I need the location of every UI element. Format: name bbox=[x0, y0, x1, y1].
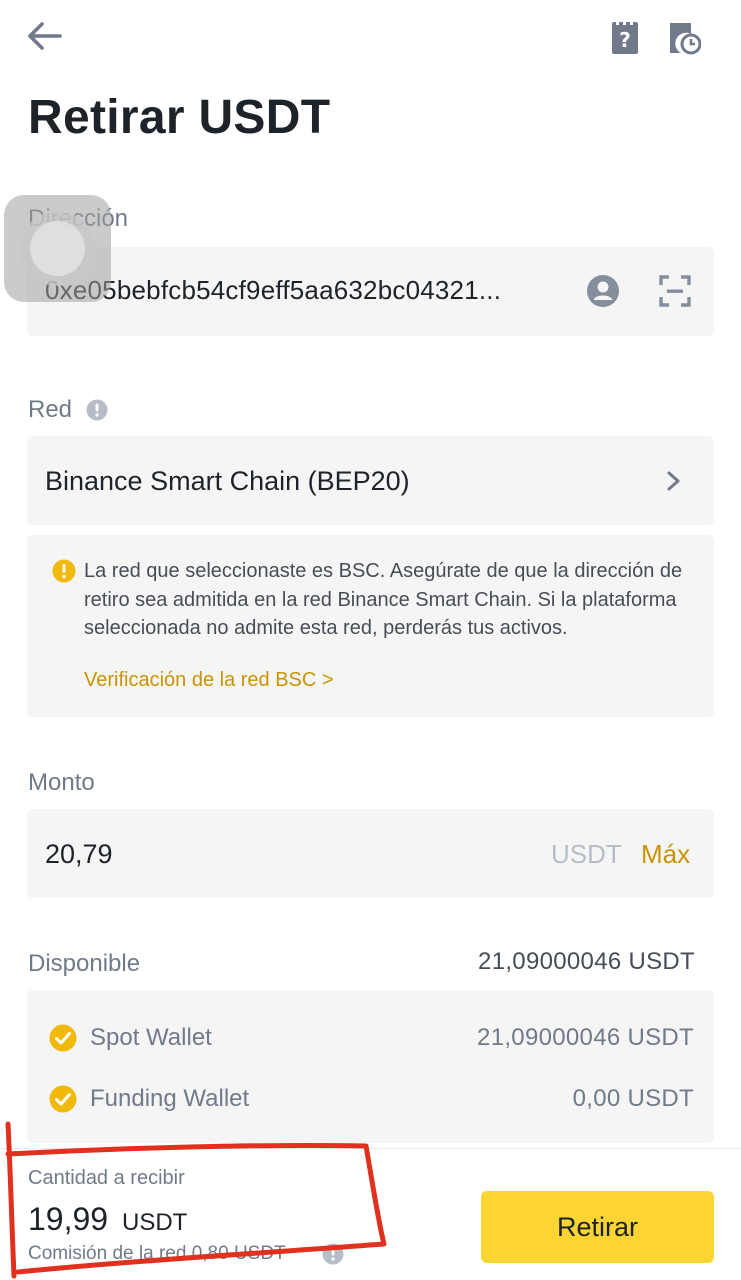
qr-scan-icon bbox=[659, 275, 691, 307]
wallet-row-funding[interactable]: Funding Wallet 0,00 USDT bbox=[27, 1081, 714, 1121]
amount-unit: USDT bbox=[551, 839, 622, 869]
network-label: Red bbox=[28, 396, 73, 423]
network-selector[interactable]: Binance Smart Chain (BEP20) bbox=[27, 436, 714, 525]
info-icon[interactable] bbox=[322, 1243, 344, 1265]
bsc-verification-link[interactable]: Verificación de la red BSC > bbox=[84, 669, 334, 692]
available-value: 21,09000046 USDT bbox=[478, 948, 695, 975]
info-icon[interactable] bbox=[86, 399, 108, 421]
faq-button[interactable]: ? bbox=[606, 18, 646, 58]
arrow-left-icon bbox=[28, 22, 62, 50]
network-label-row: Red bbox=[28, 396, 108, 424]
scan-button[interactable] bbox=[655, 271, 695, 311]
wallet-amount: 21,09000046 USDT bbox=[477, 1024, 694, 1051]
touch-indicator bbox=[4, 195, 111, 302]
warning-text: La red que seleccionaste es BSC. Asegúra… bbox=[84, 560, 683, 639]
page-title: Retirar USDT bbox=[28, 91, 331, 144]
max-button[interactable]: Máx bbox=[641, 839, 690, 870]
wallet-amount: 0,00 USDT bbox=[572, 1085, 694, 1112]
network-value: Binance Smart Chain (BEP20) bbox=[45, 466, 410, 496]
check-circle-icon bbox=[49, 1024, 77, 1052]
history-button[interactable] bbox=[664, 18, 704, 58]
back-button[interactable] bbox=[22, 16, 66, 56]
available-label: Disponible bbox=[28, 950, 141, 977]
receive-label: Cantidad a recibir bbox=[28, 1167, 185, 1189]
receive-unit: USDT bbox=[122, 1209, 188, 1236]
top-bar: ? bbox=[0, 0, 741, 80]
address-book-button[interactable] bbox=[583, 271, 623, 311]
svg-text:?: ? bbox=[619, 28, 631, 52]
address-book-icon bbox=[587, 275, 619, 307]
withdraw-button[interactable]: Retirar bbox=[481, 1191, 714, 1263]
amount-label: Monto bbox=[28, 769, 95, 796]
receive-amount: 19,99 bbox=[28, 1201, 109, 1237]
chevron-right-icon bbox=[662, 466, 686, 496]
address-field[interactable]: 0xe05bebfcb54cf9eff5aa632bc04321... bbox=[27, 247, 714, 336]
wallets-list: Spot Wallet 21,09000046 USDT Funding Wal… bbox=[27, 990, 714, 1143]
address-value[interactable]: 0xe05bebfcb54cf9eff5aa632bc04321... bbox=[45, 275, 501, 306]
warning-icon bbox=[52, 559, 76, 583]
wallet-name: Spot Wallet bbox=[90, 1024, 212, 1051]
network-warning: La red que seleccionaste es BSC. Asegúra… bbox=[27, 535, 714, 717]
history-document-icon bbox=[670, 23, 701, 55]
wallet-row-spot[interactable]: Spot Wallet 21,09000046 USDT bbox=[27, 1020, 714, 1060]
network-fee: Comisión de la red 0,80 USDT bbox=[28, 1243, 286, 1264]
wallet-name: Funding Wallet bbox=[90, 1085, 250, 1112]
check-circle-icon bbox=[49, 1085, 77, 1113]
amount-field[interactable]: 20,79 USDT Máx bbox=[27, 809, 714, 898]
amount-input[interactable]: 20,79 bbox=[45, 839, 113, 870]
bottom-summary-bar: Cantidad a recibir 19,99 USDT Comisión d… bbox=[0, 1148, 741, 1280]
faq-document-icon: ? bbox=[612, 20, 638, 54]
